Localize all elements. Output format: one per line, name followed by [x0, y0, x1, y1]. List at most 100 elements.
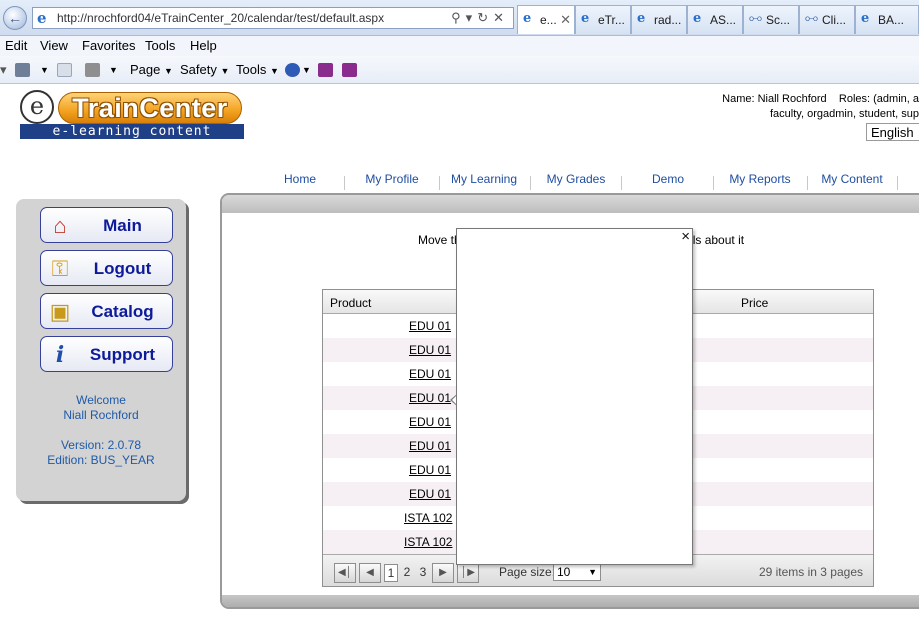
product-link[interactable]: EDU 01: [409, 415, 451, 429]
refresh-icon[interactable]: ↻: [477, 10, 493, 25]
page-number-current[interactable]: 1: [384, 564, 398, 582]
panel-footer-bar: [222, 595, 919, 607]
etraincenter-logo: e TrainCenter e-learning content managem…: [20, 90, 244, 154]
language-selector[interactable]: English: [866, 123, 919, 141]
nav-my-content[interactable]: My Content: [816, 171, 888, 191]
ie-icon: e: [693, 11, 702, 26]
chevron-down-icon[interactable]: ▼: [40, 65, 49, 75]
ie-icon: e: [861, 11, 870, 26]
tab-rad[interactable]: e rad...: [631, 5, 687, 34]
nav-separator: [530, 176, 531, 190]
nav-separator: [621, 176, 622, 190]
stop-icon[interactable]: ✕: [493, 10, 509, 25]
last-page-button[interactable]: │▶: [457, 563, 479, 583]
tab-cli[interactable]: ⧟ Cli...: [799, 5, 855, 34]
main-button[interactable]: ⌂ Main: [40, 207, 173, 243]
tools-menu-label: Tools: [236, 62, 267, 77]
tab-ba[interactable]: e BA...: [855, 5, 919, 34]
onenote-icon[interactable]: [342, 63, 357, 77]
x-icon: ⧟: [749, 11, 763, 26]
product-link[interactable]: ISTA 102: [404, 511, 452, 525]
support-button[interactable]: i Support: [40, 336, 173, 372]
logo-title: TrainCenter: [72, 93, 228, 123]
menu-help[interactable]: Help: [190, 38, 217, 53]
nav-separator: [897, 176, 898, 190]
print-icon[interactable]: [85, 63, 100, 77]
tools-menu[interactable]: Tools ▼: [236, 62, 279, 77]
back-button[interactable]: ←: [3, 6, 27, 30]
address-controls: ⚲▾↻✕: [451, 10, 509, 26]
page-menu-label: Page: [130, 62, 161, 77]
onenote-icon[interactable]: [318, 63, 333, 77]
product-link[interactable]: EDU 01: [409, 439, 451, 453]
page-size-select[interactable]: 10 ▼: [553, 563, 601, 581]
user-info: Name: Niall Rochford Roles: (admin, a fa…: [700, 92, 919, 122]
ie-icon: e: [523, 11, 532, 26]
panel-header-bar: [222, 195, 919, 213]
next-page-button[interactable]: ▶: [432, 563, 454, 583]
help-icon[interactable]: [285, 63, 300, 77]
nav-demo[interactable]: Demo: [638, 171, 698, 191]
mail-icon[interactable]: [57, 63, 72, 77]
first-page-button[interactable]: ◀│: [334, 563, 356, 583]
url-text[interactable]: http://nrochford04/eTrainCenter_20/calen…: [57, 11, 384, 25]
menu-tools[interactable]: Tools: [145, 38, 175, 53]
page-menu[interactable]: Page ▼: [130, 62, 173, 77]
product-link[interactable]: EDU 01: [409, 319, 451, 333]
command-bar: ▾ ▼ ▼ Page ▼ Safety ▼ Tools ▼ ▼: [0, 56, 919, 84]
page-size-value: 10: [557, 565, 571, 579]
nav-my-learning[interactable]: My Learning: [446, 171, 522, 191]
dropdown-icon[interactable]: ▾: [466, 10, 478, 25]
tab-label: Cli...: [822, 13, 846, 27]
product-link[interactable]: ISTA 102: [404, 535, 452, 549]
chevron-down-icon[interactable]: ▾: [0, 62, 7, 78]
tab-sc[interactable]: ⧟ Sc...: [743, 5, 799, 34]
product-link[interactable]: EDU 01: [409, 391, 451, 405]
tab-etraincenter-active[interactable]: e e... ✕: [517, 5, 575, 34]
nav-my-grades[interactable]: My Grades: [538, 171, 614, 191]
version-text: Version: 2.0.78: [60, 438, 142, 452]
tab-etr[interactable]: e eTr...: [575, 5, 631, 34]
logout-button[interactable]: ⚿ Logout: [40, 250, 173, 286]
tab-label: rad...: [654, 13, 682, 27]
nav-home[interactable]: Home: [268, 171, 332, 191]
address-bar[interactable]: e http://nrochford04/eTrainCenter_20/cal…: [32, 7, 514, 29]
product-link[interactable]: EDU 01: [409, 343, 451, 357]
chevron-down-icon[interactable]: ▼: [109, 65, 118, 75]
safety-menu-label: Safety: [180, 62, 217, 77]
house-icon: ⌂: [53, 213, 67, 238]
page-number[interactable]: 3: [416, 564, 430, 582]
catalog-button[interactable]: ▣ Catalog: [40, 293, 173, 329]
product-link[interactable]: EDU 01: [409, 463, 451, 477]
tab-label: BA...: [878, 13, 905, 27]
tab-as[interactable]: e AS...: [687, 5, 743, 34]
chevron-down-icon: ▼: [220, 66, 230, 76]
prev-page-button[interactable]: ◀: [359, 563, 381, 583]
product-link[interactable]: EDU 01: [409, 367, 451, 381]
logo-e-emblem: e: [20, 90, 54, 124]
safety-menu[interactable]: Safety ▼: [180, 62, 229, 77]
chevron-down-icon: ▼: [164, 66, 173, 76]
page-number[interactable]: 2: [400, 564, 414, 582]
tab-close-icon[interactable]: ✕: [560, 12, 571, 28]
tab-label: Sc...: [766, 13, 791, 27]
rss-feed-icon[interactable]: [15, 63, 30, 77]
chevron-down-icon: ▼: [588, 567, 597, 577]
product-details-tooltip: ×: [456, 228, 693, 565]
padlock-icon: ▣: [49, 299, 71, 324]
menu-edit[interactable]: Edit: [5, 38, 27, 53]
chevron-down-icon: ▼: [269, 66, 279, 76]
product-link[interactable]: EDU 01: [409, 487, 451, 501]
nav-my-reports[interactable]: My Reports: [724, 171, 796, 191]
menu-view[interactable]: View: [40, 38, 68, 53]
close-icon[interactable]: ×: [681, 228, 690, 245]
chevron-down-icon[interactable]: ▼: [302, 65, 311, 75]
ie-icon: e: [37, 9, 47, 27]
column-header-price[interactable]: Price: [741, 296, 768, 310]
nav-my-profile[interactable]: My Profile: [356, 171, 428, 191]
logo-tagline: e-learning content management: [20, 124, 244, 154]
column-header-product[interactable]: Product: [330, 296, 371, 310]
search-icon[interactable]: ⚲: [451, 10, 466, 25]
logout-button-label: Logout: [93, 259, 152, 278]
menu-favorites[interactable]: Favorites: [82, 38, 135, 53]
